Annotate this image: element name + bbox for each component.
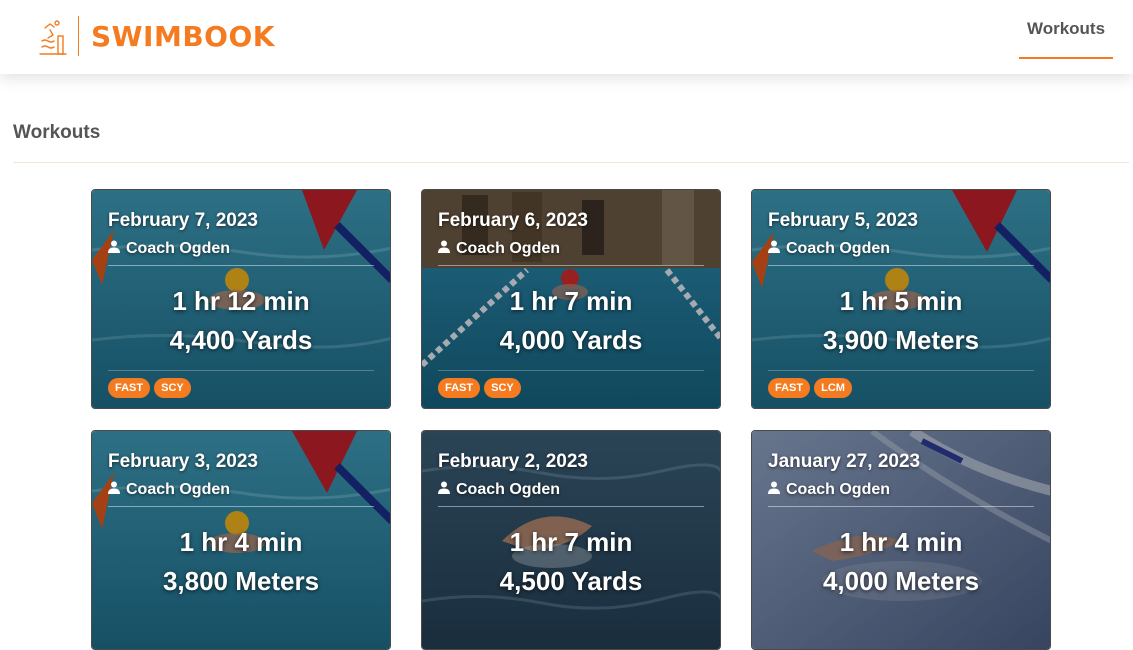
navbar: SWIMBOOK Workouts [0,0,1133,74]
workout-distance: 4,000 Yards [499,325,643,355]
card-divider [108,506,374,507]
card-divider [108,265,374,266]
tag-list: FAST SCY [438,378,521,398]
workout-date: February 7, 2023 [108,210,258,231]
workout-grid: February 7, 2023 Coach Ogden 1 hr 12 min… [91,189,1051,650]
swimmer-logo-icon [38,14,68,58]
workout-duration: 1 hr 7 min [509,527,633,557]
tag-badge: LCM [814,378,852,398]
coach-name: Coach Ogden [126,481,231,498]
brand-divider [78,16,79,56]
user-icon [108,240,120,258]
card-divider [438,506,704,507]
workout-distance: 4,500 Yards [499,566,643,596]
workout-distance: 4,000 Meters [822,566,980,596]
user-icon [438,481,450,499]
card-divider [438,265,704,266]
workout-duration: 1 hr 4 min [839,527,963,557]
user-icon [768,240,780,258]
workout-coach: Coach Ogden [438,481,560,499]
title-divider [13,162,1129,163]
brand[interactable]: SWIMBOOK [38,14,275,58]
workout-distance: 3,900 Meters [822,325,980,355]
tag-badge: FAST [438,378,481,398]
tag-badge: FAST [108,378,151,398]
workout-date: February 6, 2023 [438,210,588,231]
workout-date: February 2, 2023 [438,451,588,472]
coach-name: Coach Ogden [126,240,231,257]
card-divider [768,506,1034,507]
tag-badge: SCY [484,378,521,398]
workout-card[interactable]: February 7, 2023 Coach Ogden 1 hr 12 min… [91,189,391,409]
workout-coach: Coach Ogden [768,481,890,499]
brand-name: SWIMBOOK [91,19,275,53]
tag-list: FAST SCY [108,378,191,398]
coach-name: Coach Ogden [456,481,561,498]
workout-coach: Coach Ogden [438,240,560,258]
page-title: Workouts [13,122,101,143]
tag-badge: SCY [154,378,191,398]
coach-name: Coach Ogden [786,240,891,257]
nav-workouts-link[interactable]: Workouts [1019,0,1113,59]
workout-card[interactable]: January 27, 2023 Coach Ogden 1 hr 4 min … [751,430,1051,650]
workout-date: February 5, 2023 [768,210,918,231]
workout-date: January 27, 2023 [768,451,921,472]
coach-name: Coach Ogden [786,481,891,498]
card-divider [768,370,1034,371]
workout-coach: Coach Ogden [108,240,230,258]
workout-duration: 1 hr 4 min [179,527,303,557]
card-divider [438,370,704,371]
workout-duration: 1 hr 7 min [509,286,633,316]
workout-coach: Coach Ogden [768,240,890,258]
user-icon [108,481,120,499]
workout-card[interactable]: February 3, 2023 Coach Ogden 1 hr 4 min … [91,430,391,650]
tag-list: FAST LCM [768,378,852,398]
workout-card[interactable]: February 6, 2023 Coach Ogden 1 hr 7 min … [421,189,721,409]
workout-coach: Coach Ogden [108,481,230,499]
user-icon [768,481,780,499]
user-icon [438,240,450,258]
workout-duration: 1 hr 12 min [172,286,310,316]
workout-distance: 3,800 Meters [162,566,320,596]
workout-card[interactable]: February 5, 2023 Coach Ogden 1 hr 5 min … [751,189,1051,409]
card-divider [108,370,374,371]
workout-distance: 4,400 Yards [169,325,313,355]
card-divider [768,265,1034,266]
workout-card[interactable]: February 2, 2023 Coach Ogden 1 hr 7 min … [421,430,721,650]
tag-badge: FAST [768,378,811,398]
workout-duration: 1 hr 5 min [839,286,963,316]
coach-name: Coach Ogden [456,240,561,257]
workout-date: February 3, 2023 [108,451,258,472]
